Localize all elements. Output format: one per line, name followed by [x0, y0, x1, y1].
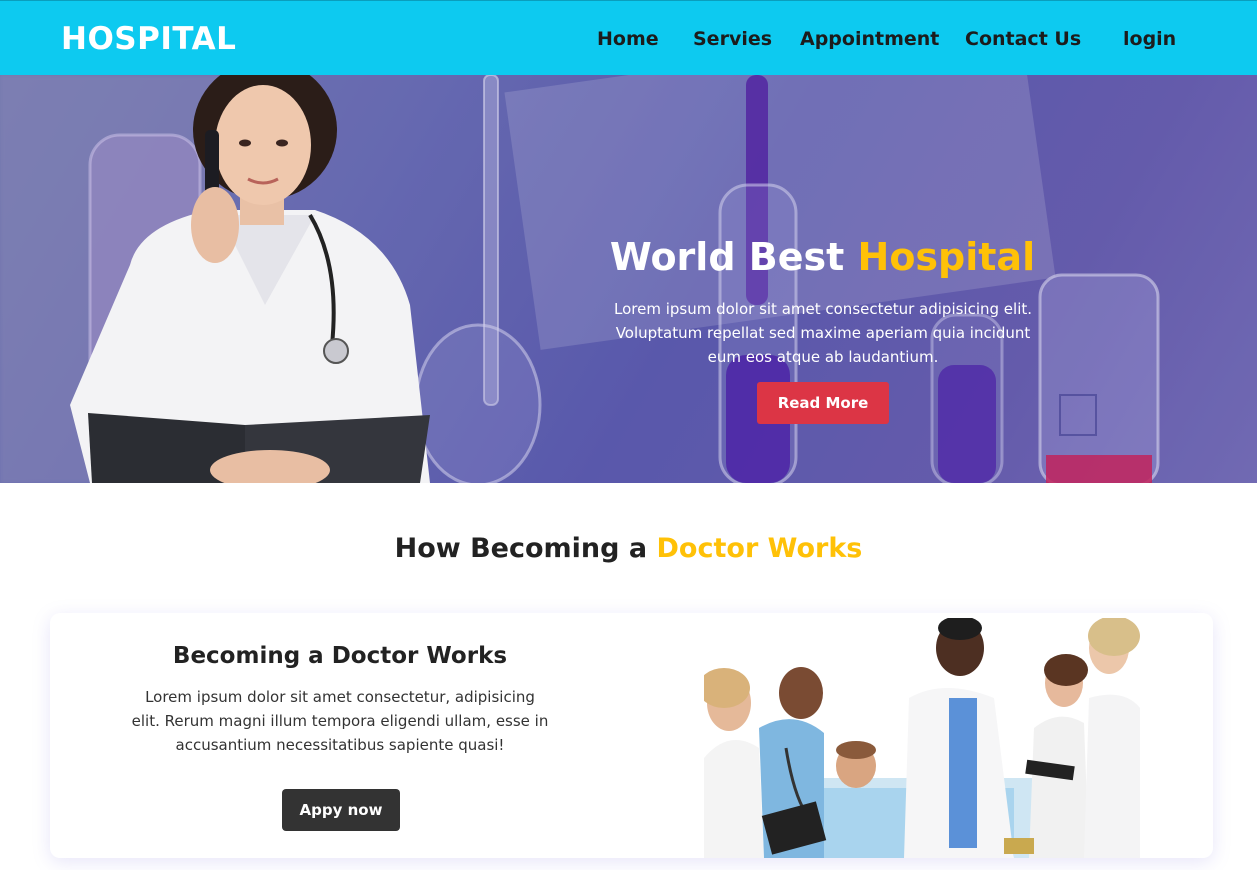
nav-link-contact[interactable]: Contact Us: [965, 28, 1081, 50]
read-more-button[interactable]: Read More: [757, 382, 889, 424]
nav-link-login[interactable]: login: [1123, 28, 1176, 50]
apply-now-button[interactable]: Appy now: [282, 789, 400, 831]
section-title-plain: How Becoming a: [394, 533, 657, 564]
hero-banner: World Best Hospital Lorem ipsum dolor si…: [0, 75, 1257, 483]
doctor-works-card: Becoming a Doctor Works Lorem ipsum dolo…: [50, 613, 1213, 858]
hero-title-plain: World Best: [609, 235, 858, 279]
hero-description: Lorem ipsum dolor sit amet consectetur a…: [613, 300, 1033, 366]
brand-logo[interactable]: HOSPITAL: [61, 21, 236, 57]
card-title: Becoming a Doctor Works: [172, 643, 508, 669]
nav-link-services[interactable]: Servies: [693, 28, 772, 50]
hero-title-accent: Hospital: [857, 235, 1036, 279]
card-description: Lorem ipsum dolor sit amet consectetur, …: [131, 688, 549, 754]
hero-title: World Best Hospital: [560, 235, 1085, 279]
nav-link-appointment[interactable]: Appointment: [800, 28, 939, 50]
section-title-accent: Doctor Works: [656, 533, 863, 564]
section-title: How Becoming a Doctor Works: [0, 533, 1257, 564]
doctor-photo: [70, 75, 430, 483]
nav-link-home[interactable]: Home: [597, 28, 659, 50]
navbar: HOSPITAL Home Servies Appointment Contac…: [0, 0, 1257, 75]
medical-team-photo: [704, 618, 1140, 858]
